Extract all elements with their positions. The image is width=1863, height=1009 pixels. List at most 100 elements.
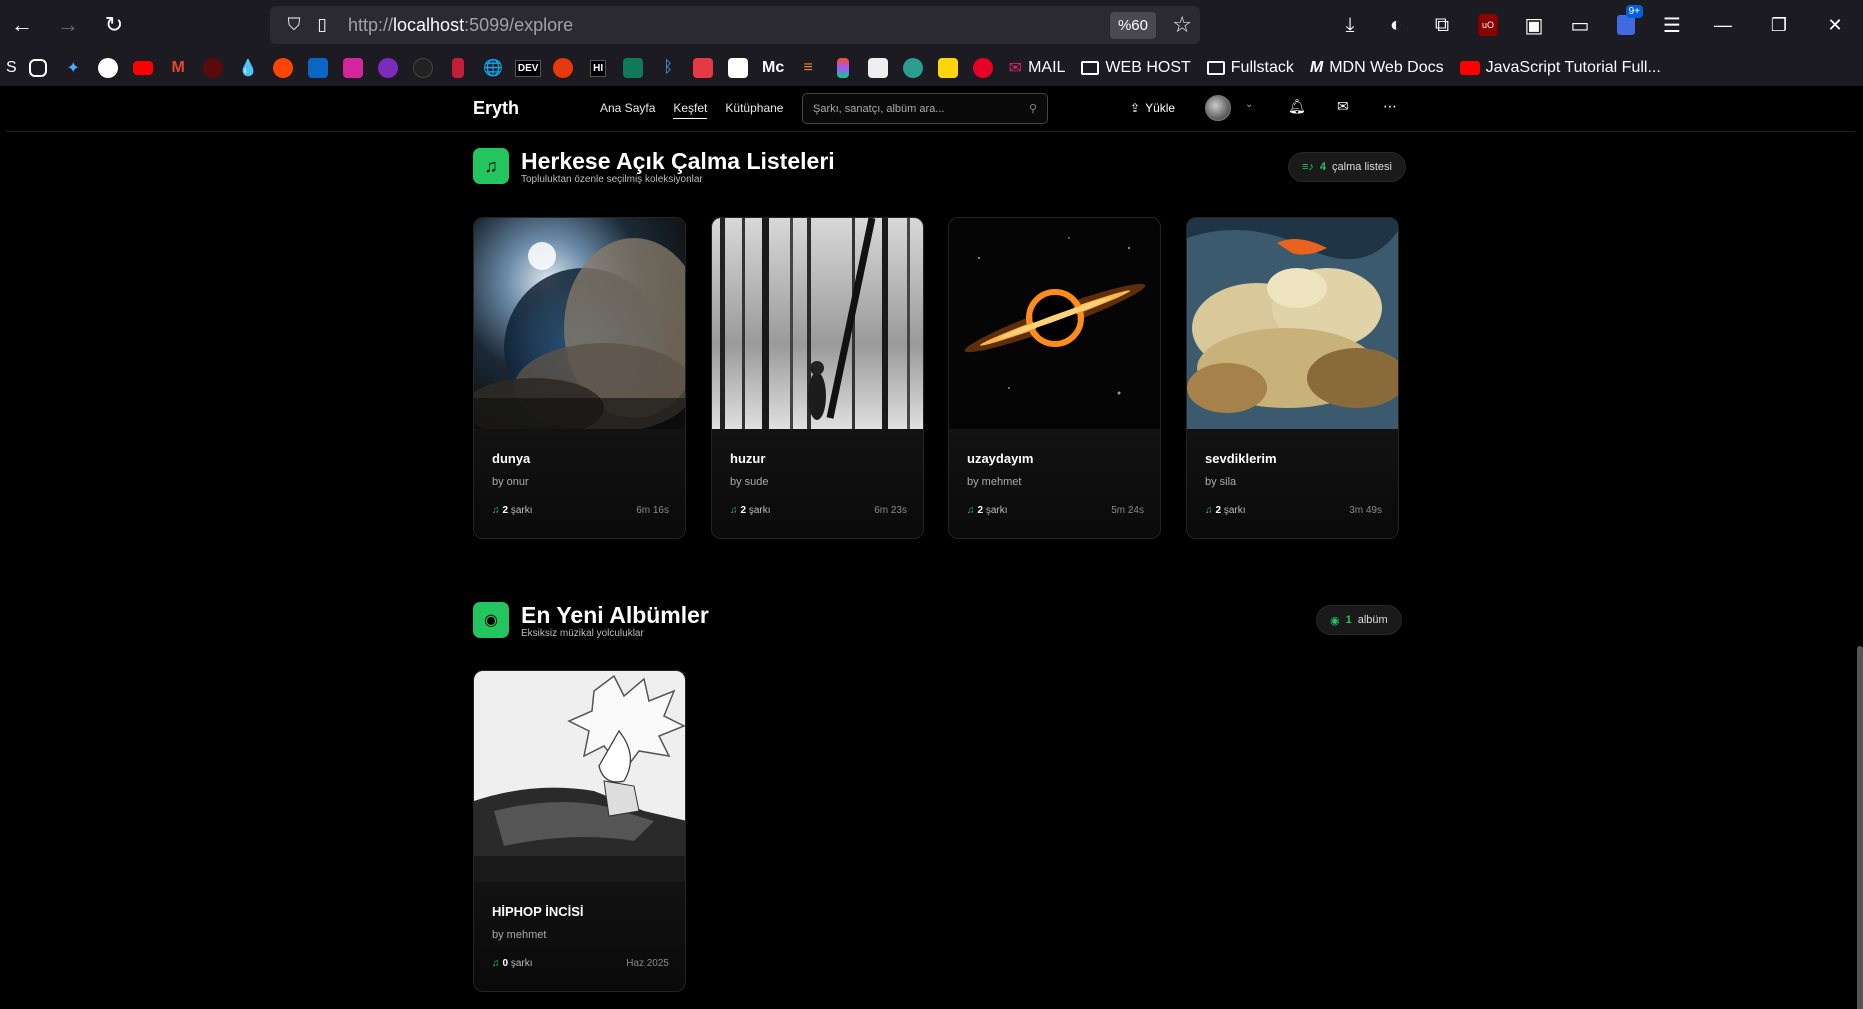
address-bar[interactable]: ⛉ ▯ http://localhost:5099/explore %60 ☆ (270, 6, 1200, 44)
zoom-level[interactable]: %60 (1109, 12, 1156, 39)
playlist-card[interactable]: uzaydayım by mehmet ♫ 2 şarkı 5m 24s (948, 217, 1161, 539)
bookmark-icon[interactable] (21, 54, 56, 82)
bookmark-icon[interactable]: Mc (756, 54, 791, 82)
bookmark-star-icon[interactable]: ☆ (1172, 12, 1192, 38)
restore-icon[interactable]: ❐ (1751, 0, 1807, 50)
album-card[interactable]: HİPHOP İNCİSİ by mehmet ♫ 0 şarkı Haz 202… (473, 670, 686, 992)
github-icon[interactable] (406, 54, 441, 82)
bookmarks-bar: S ✦ M 💧 🌐 DEV HI ᛒ Mc ≡ ✉ MAIL WEB HOST F… (0, 50, 1863, 86)
ublock-icon[interactable]: uO (1465, 3, 1511, 47)
duration: 3m 49s (1349, 505, 1382, 516)
back-button[interactable]: ← (0, 3, 44, 47)
music-note-icon: ♫ (492, 958, 500, 969)
bookmark-icon[interactable] (721, 54, 756, 82)
nav-home[interactable]: Ana Sayfa (600, 101, 655, 119)
playlist-cover (474, 218, 685, 429)
song-count: ♫ 2 şarkı (492, 505, 533, 516)
card-title[interactable]: HİPHOP İNCİSİ (492, 904, 584, 919)
app-navbar: Eryth Ana Sayfa Keşfet Kütüphane ⚲ ⇪Yükl… (6, 86, 1855, 132)
duration: 6m 16s (636, 505, 669, 516)
song-count: ♫ 2 şarkı (1205, 505, 1246, 516)
playlists-section-header: ♫ Herkese Açık Çalma Listeleri Toplulukt… (473, 148, 835, 185)
bookmark-icon[interactable]: HI (581, 54, 616, 82)
card-title[interactable]: uzaydayım (967, 451, 1033, 466)
search-input[interactable] (813, 102, 1029, 115)
music-note-icon: ♫ (730, 505, 738, 516)
music-note-icon: ♫ (967, 505, 975, 516)
bookmark-icon[interactable]: 💧 (231, 54, 266, 82)
bookmark-js-tutorial[interactable]: JavaScript Tutorial Full... (1452, 59, 1669, 77)
downloads-icon[interactable]: ⤓ (1327, 3, 1373, 47)
bookmark-mail[interactable]: ✉ MAIL (1001, 58, 1074, 78)
sidebar-icon[interactable]: ▭ (1557, 3, 1603, 47)
playlist-card[interactable]: huzur by sude ♫ 2 şarkı 6m 23s (711, 217, 924, 539)
chevron-down-icon[interactable]: ⌄ (1245, 99, 1253, 110)
music-note-icon: ♫ (1205, 505, 1213, 516)
stackoverflow-icon[interactable]: ≡ (791, 54, 826, 82)
scrollbar[interactable] (1857, 646, 1863, 1009)
page-icon[interactable]: ▯ (308, 15, 336, 35)
playlist-card[interactable]: sevdiklerim by sila ♫ 2 şarkı 3m 49s (1186, 217, 1399, 539)
disc-icon: ◉ (473, 602, 509, 638)
duration: 5m 24s (1111, 505, 1144, 516)
bookmark-icon[interactable] (616, 54, 651, 82)
bookmark-icon[interactable]: ✦ (56, 54, 91, 82)
nav-explore[interactable]: Keşfet (673, 101, 708, 119)
bookmark-icon[interactable] (686, 54, 721, 82)
bookmark-s[interactable]: S (2, 54, 21, 82)
card-owner: by mehmet (492, 929, 547, 941)
card-title[interactable]: sevdiklerim (1205, 451, 1277, 466)
close-window-icon[interactable]: ✕ (1807, 0, 1863, 50)
bell-icon[interactable]: 🔔︎ (1288, 98, 1306, 115)
card-title[interactable]: huzur (730, 451, 765, 466)
figma-icon[interactable] (826, 54, 861, 82)
avatar[interactable] (1205, 95, 1231, 121)
bookmark-folder-webhost[interactable]: WEB HOST (1073, 59, 1198, 77)
account-icon[interactable]: ◐ (1373, 3, 1419, 47)
bookmark-icon[interactable] (441, 54, 476, 82)
url-text[interactable]: http://localhost:5099/explore (348, 15, 573, 36)
reddit-icon[interactable] (266, 54, 301, 82)
playlist-cover (949, 218, 1160, 429)
bookmark-icon[interactable] (371, 54, 406, 82)
card-title[interactable]: dunya (492, 451, 530, 466)
search-icon[interactable]: ⚲ (1029, 102, 1037, 115)
folder-icon (1081, 61, 1100, 75)
extension-badge: 9+ (1625, 5, 1643, 18)
youtube-icon[interactable] (126, 54, 161, 82)
section-subtitle: Topluluktan özenle seçilmiş koleksiyonla… (521, 174, 703, 185)
playlist-cover (1187, 218, 1398, 429)
bookmark-icon[interactable]: ᛒ (651, 54, 686, 82)
section-title: En Yeni Albümler (521, 602, 709, 628)
upload-button[interactable]: ⇪ Yükle (1130, 101, 1175, 115)
globe-icon[interactable]: 🌐 (476, 54, 511, 82)
archive-icon[interactable]: ▣ (1511, 3, 1557, 47)
more-icon[interactable]: ⋯ (1383, 98, 1397, 115)
linkedin-icon[interactable] (301, 54, 336, 82)
bookmark-icon[interactable] (546, 54, 581, 82)
reload-button[interactable]: ↻ (92, 3, 136, 47)
nav-library[interactable]: Kütüphane (725, 101, 783, 119)
shield-ext-icon[interactable]: 9+ (1603, 3, 1649, 47)
brand-logo[interactable]: Eryth (473, 98, 519, 119)
playlist-card[interactable]: dunya by onur ♫ 2 şarkı 6m 16s (473, 217, 686, 539)
forward-button[interactable]: → (46, 3, 90, 47)
mail-icon[interactable]: ✉ (1337, 98, 1349, 115)
menu-icon[interactable]: ☰ (1649, 3, 1695, 47)
minimize-icon[interactable]: — (1695, 0, 1751, 50)
dev-icon[interactable]: DEV (511, 54, 546, 82)
bookmark-icon[interactable] (861, 54, 896, 82)
extensions-icon[interactable]: ⧉ (1419, 3, 1465, 47)
bookmark-icon[interactable] (91, 54, 126, 82)
gmail-icon[interactable]: M (161, 54, 196, 82)
pinterest-icon[interactable] (966, 54, 1001, 82)
bookmark-icon[interactable] (196, 54, 231, 82)
bookmark-icon[interactable] (896, 54, 931, 82)
bookmark-icon[interactable] (931, 54, 966, 82)
shield-icon[interactable]: ⛉ (280, 15, 308, 35)
instagram-icon[interactable] (336, 54, 371, 82)
section-title: Herkese Açık Çalma Listeleri (521, 148, 835, 174)
section-subtitle: Eksiksiz müzikal yolculuklar (521, 628, 644, 639)
bookmark-mdn[interactable]: M MDN Web Docs (1302, 59, 1452, 77)
bookmark-folder-fullstack[interactable]: Fullstack (1199, 59, 1302, 77)
